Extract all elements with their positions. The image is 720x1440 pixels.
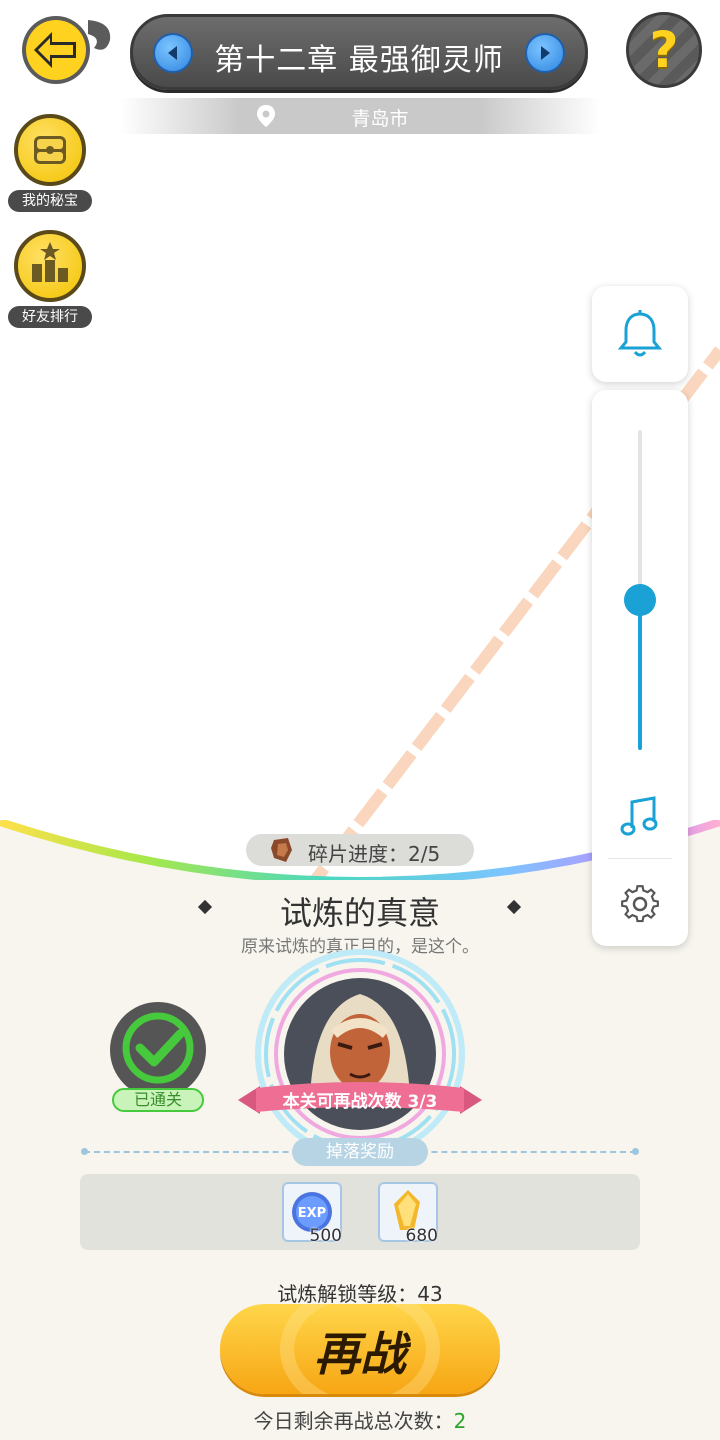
drop-divider-dot-right xyxy=(632,1148,639,1155)
friend-ranking-button[interactable]: 好友排行 xyxy=(8,230,92,328)
location-label: 青岛市 xyxy=(351,108,409,130)
fragment-icon xyxy=(271,838,292,862)
chevron-left-icon xyxy=(168,46,177,60)
help-button[interactable]: ? xyxy=(626,12,702,88)
boss-avatar xyxy=(255,949,465,1159)
volume-panel xyxy=(592,390,688,946)
retry-count-label: 本关可再战次数 3/3 xyxy=(282,1092,438,1112)
question-icon: ? xyxy=(649,21,679,79)
drop-divider-dot-left xyxy=(81,1148,88,1155)
rebattle-button-label: 再战 xyxy=(314,1327,406,1381)
reward-gold-qty: 680 xyxy=(405,1226,438,1246)
back-arrow-icon xyxy=(22,16,111,84)
volume-fill xyxy=(638,599,642,750)
volume-divider xyxy=(608,858,672,859)
checkmark-icon xyxy=(122,1012,194,1084)
my-treasure-label: 我的秘宝 xyxy=(8,190,92,212)
fragment-progress: 碎片进度：2/5 xyxy=(246,834,474,866)
rebattle-button[interactable]: 再战 xyxy=(220,1304,500,1394)
drop-rewards-label: 掉落奖励 xyxy=(292,1138,428,1166)
chapter-bar: 第十二章 最强御灵师 xyxy=(130,14,588,90)
back-button[interactable] xyxy=(18,12,114,86)
volume-slider-handle[interactable] xyxy=(624,583,656,616)
cleared-label: 已通关 xyxy=(112,1088,204,1112)
treasure-chest-icon xyxy=(14,114,86,186)
chapter-title: 第十二章 最强御灵师 xyxy=(214,43,504,78)
chevron-right-icon xyxy=(541,46,550,60)
svg-text:EXP: EXP xyxy=(298,1206,326,1221)
bell-icon xyxy=(617,310,663,357)
next-chapter-button[interactable] xyxy=(525,33,565,73)
boss-portrait[interactable] xyxy=(254,948,466,1160)
leaderboard-icon xyxy=(14,230,86,302)
music-icon[interactable] xyxy=(620,794,660,838)
remaining-attempts-label: 今日剩余再战总次数： xyxy=(253,1409,454,1433)
reward-list xyxy=(80,1174,640,1250)
cleared-badge xyxy=(110,1002,206,1098)
prev-chapter-button[interactable] xyxy=(153,33,193,73)
unlock-level-label: 试炼解锁等级：43 xyxy=(277,1282,443,1306)
fragment-progress-label: 碎片进度：2/5 xyxy=(308,842,441,866)
reward-exp-qty: 500 xyxy=(309,1226,342,1246)
gear-icon[interactable] xyxy=(620,884,660,924)
my-treasure-button[interactable]: 我的秘宝 xyxy=(8,114,92,212)
notification-button[interactable] xyxy=(592,286,688,382)
remaining-attempts: 今日剩余再战总次数：2 xyxy=(0,1405,720,1434)
location-strip: 青岛市 xyxy=(120,98,600,134)
remaining-attempts-count: 2 xyxy=(453,1409,467,1433)
friend-ranking-label: 好友排行 xyxy=(8,306,92,328)
